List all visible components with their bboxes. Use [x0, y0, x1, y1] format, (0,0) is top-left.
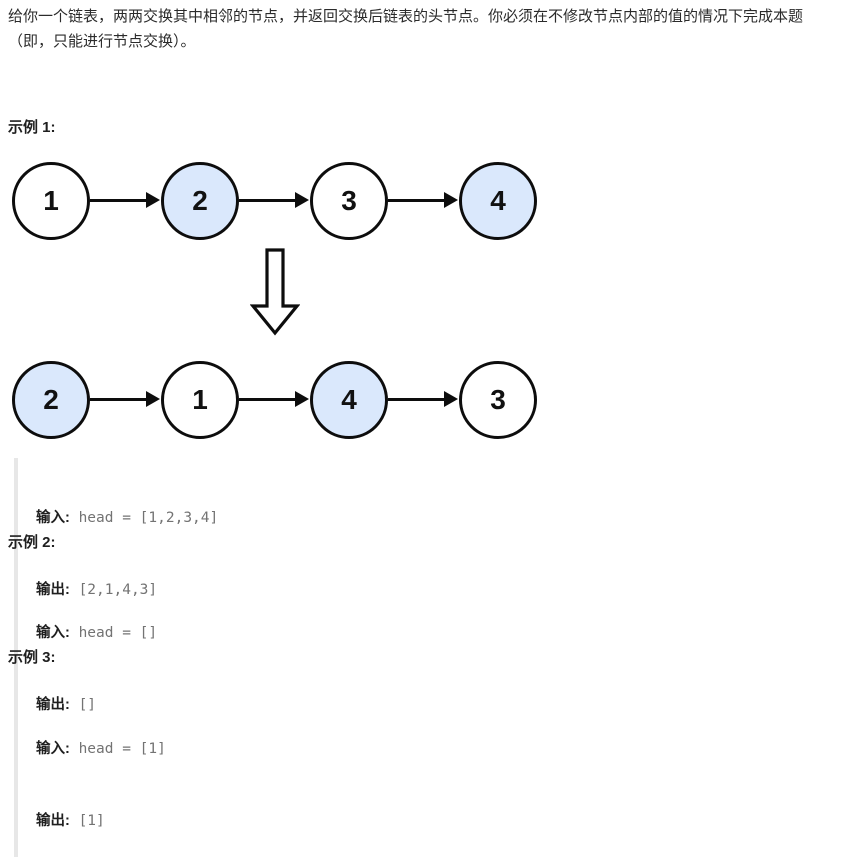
example-1-heading: 示例 1:: [8, 119, 56, 136]
after-edge-3-4: [388, 398, 446, 401]
after-node-4: 3: [459, 361, 537, 439]
after-edge-1-2: [90, 398, 148, 401]
after-node-3: 4: [310, 361, 388, 439]
before-arrowhead-3-4: [444, 192, 458, 208]
after-node-1-value: 2: [43, 384, 59, 415]
before-arrowhead-2-3: [295, 192, 309, 208]
after-node-2-value: 1: [192, 384, 208, 415]
example-1-input-value: head = [1,2,3,4]: [69, 510, 219, 526]
down-arrow-icon: [249, 248, 301, 336]
before-edge-3-4: [388, 199, 446, 202]
example-3-output-value: [1]: [69, 813, 105, 829]
before-node-2-value: 2: [192, 185, 208, 216]
before-edge-1-2: [90, 199, 148, 202]
after-node-2: 1: [161, 361, 239, 439]
example-3-input-value: head = [1]: [69, 741, 166, 757]
after-edge-2-3: [239, 398, 297, 401]
example-3-output-label: 输出:: [36, 813, 70, 829]
linked-list-swap-diagram: 1 2 3 4 2 1 4 3: [0, 150, 620, 450]
before-edge-2-3: [239, 199, 297, 202]
before-node-3-value: 3: [341, 185, 357, 216]
example-1-input-label: 输入:: [36, 510, 70, 526]
before-arrowhead-1-2: [146, 192, 160, 208]
before-node-2: 2: [161, 162, 239, 240]
example-3-input-label: 输入:: [36, 741, 70, 757]
example-2-input-line: 输入: head = []: [36, 621, 157, 645]
problem-description: 给你一个链表，两两交换其中相邻的节点，并返回交换后链表的头节点。你必须在不修改节…: [8, 8, 804, 50]
after-node-1: 2: [12, 361, 90, 439]
example-3-heading: 示例 3:: [8, 649, 56, 666]
before-node-1: 1: [12, 162, 90, 240]
example-3-input-line: 输入: head = [1]: [36, 737, 166, 761]
example-3-output-line: 输出: [1]: [36, 809, 166, 833]
after-node-3-value: 4: [341, 384, 357, 415]
example-1-input-line: 输入: head = [1,2,3,4]: [36, 506, 218, 530]
example-2-input-value: head = []: [69, 625, 158, 641]
before-node-4: 4: [459, 162, 537, 240]
after-arrowhead-2-3: [295, 391, 309, 407]
before-node-3: 3: [310, 162, 388, 240]
example-2-heading: 示例 2:: [8, 534, 56, 551]
after-node-4-value: 3: [490, 384, 506, 415]
example-2-input-label: 输入:: [36, 625, 70, 641]
before-node-1-value: 1: [43, 185, 59, 216]
after-arrowhead-1-2: [146, 391, 160, 407]
after-arrowhead-3-4: [444, 391, 458, 407]
before-node-4-value: 4: [490, 185, 506, 216]
example-3-code-block: 输入: head = [1] 输出: [1]: [14, 689, 166, 857]
